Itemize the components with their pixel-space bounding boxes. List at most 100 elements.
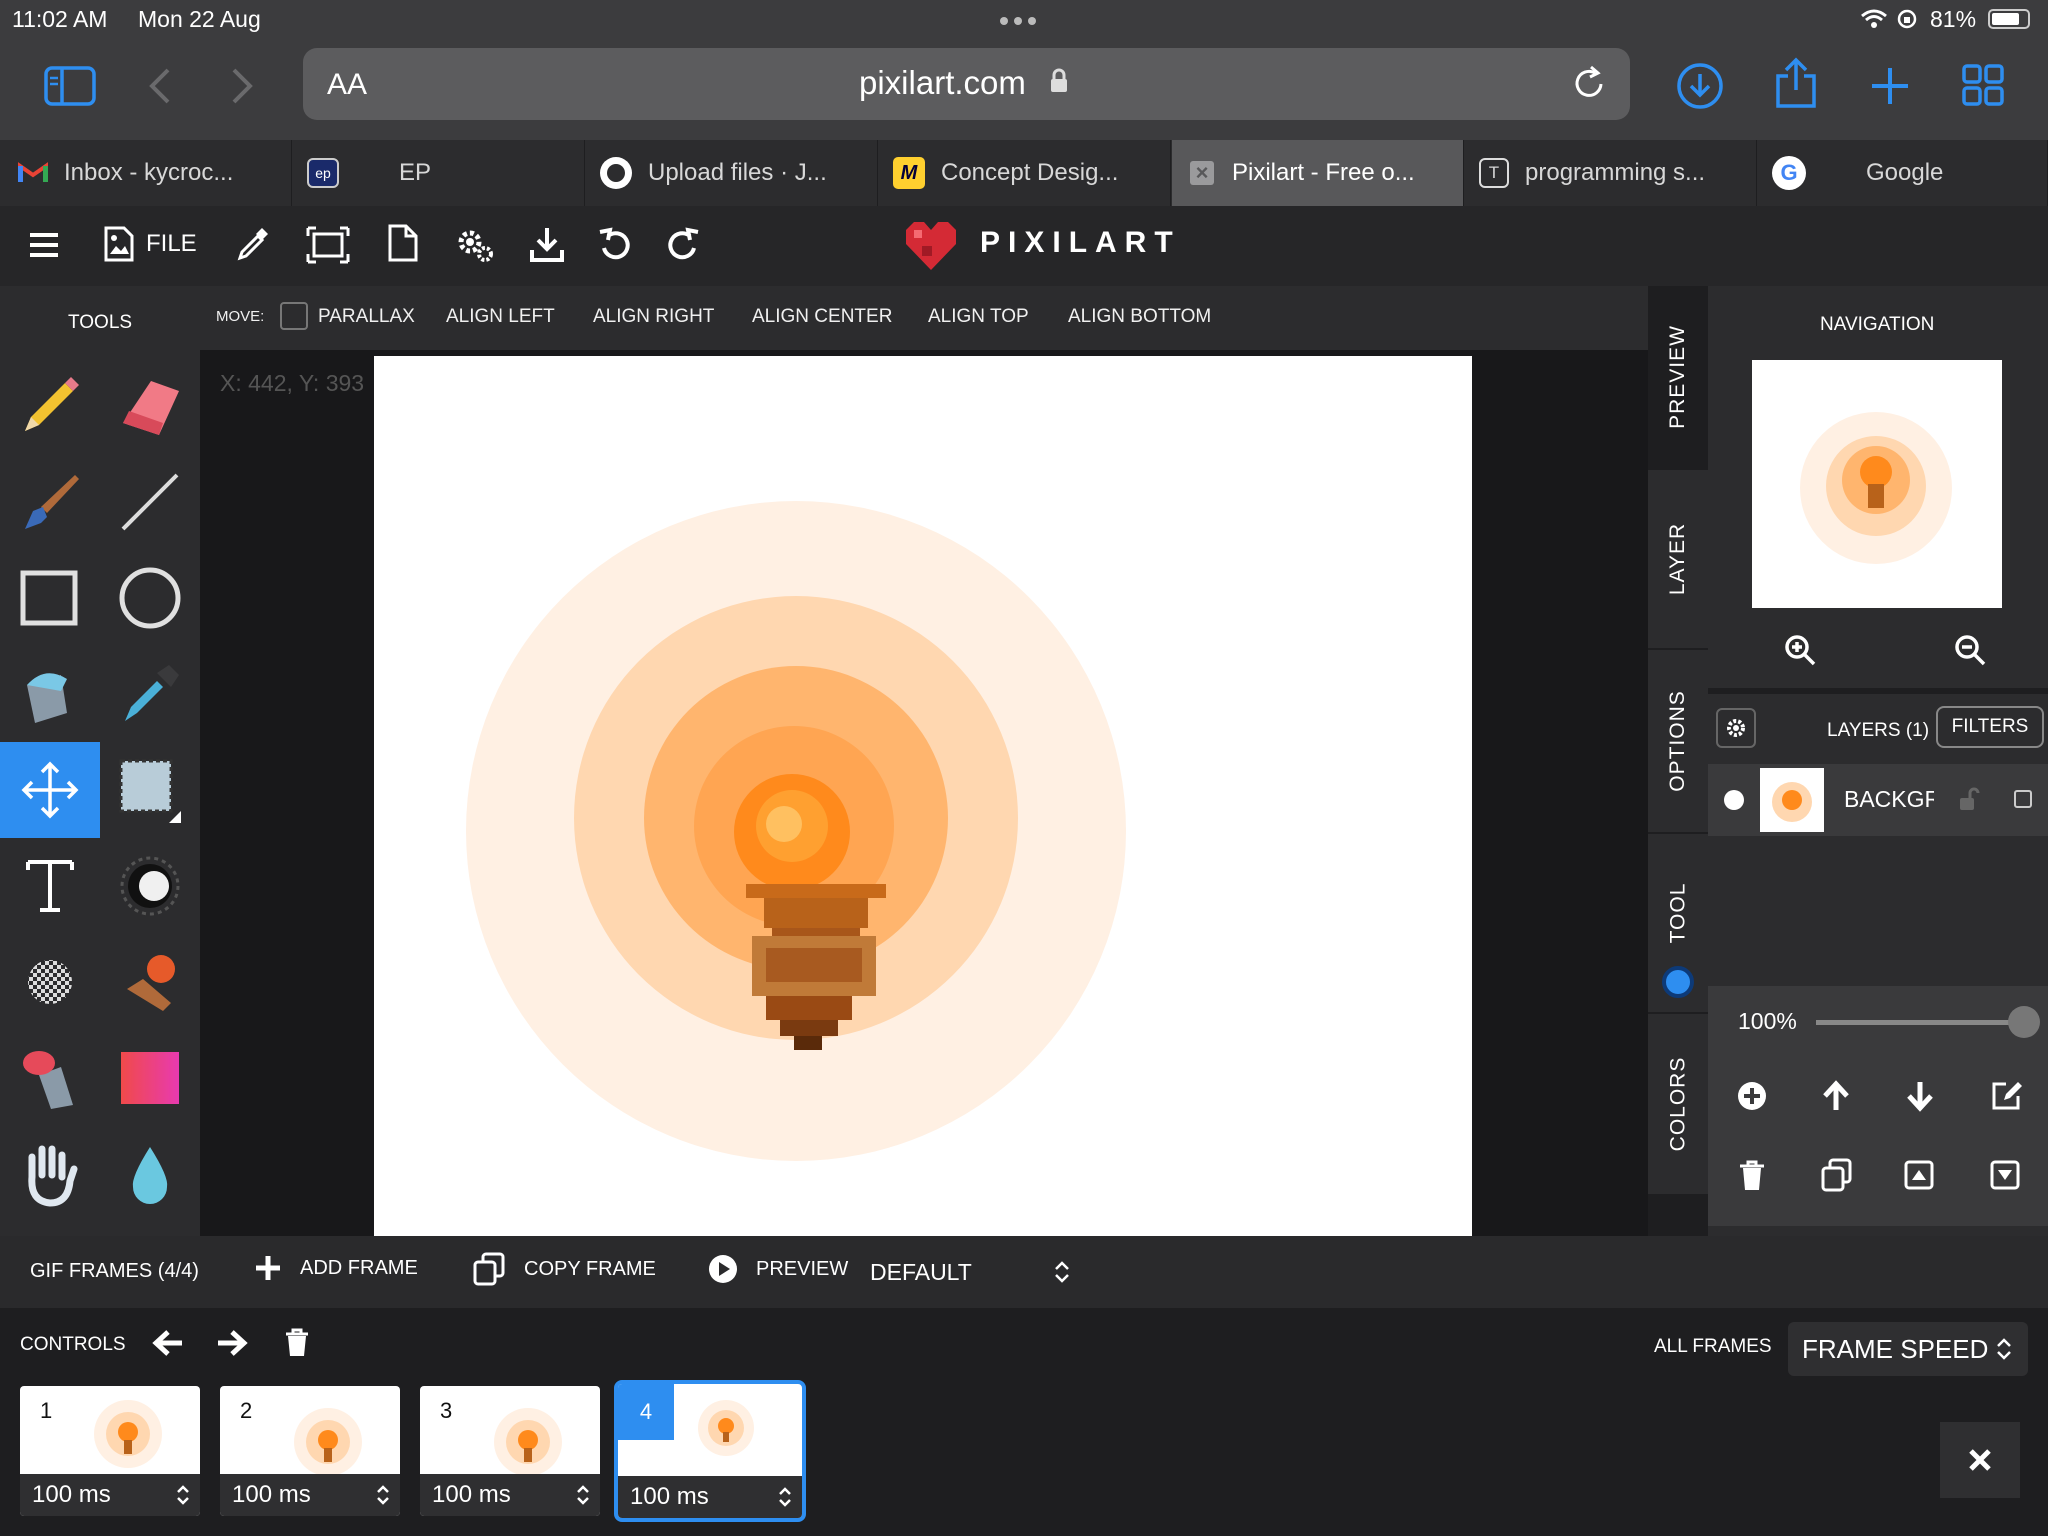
frame-thumbnail[interactable]: 2 100 ms [220,1386,400,1516]
file-button[interactable]: FILE [104,226,197,262]
blur-tool[interactable] [100,1126,200,1222]
align-right-button[interactable]: ALIGN RIGHT [593,306,714,328]
ellipse-tool[interactable] [100,550,200,646]
color-picker-icon[interactable] [236,226,270,262]
share-icon[interactable] [1774,56,1818,110]
brush-tool[interactable] [0,454,100,550]
drawing-canvas[interactable] [374,356,1472,1236]
tab-overview-icon[interactable] [1962,64,2004,106]
tab-layer[interactable]: LAYER [1648,470,1708,650]
tab-preview[interactable]: PREVIEW [1648,286,1708,470]
zoom-out-icon[interactable] [1954,634,1986,666]
brand-name[interactable]: PIXILART [980,226,1181,260]
stamp-tool[interactable] [100,934,200,1030]
tab-tool[interactable]: TOOL [1648,834,1708,1014]
frame-speed-select[interactable]: FRAME SPEED [1788,1322,2028,1376]
delete-frame-icon[interactable] [284,1328,310,1358]
preview-animation-button[interactable]: PREVIEW [708,1254,848,1284]
previous-frame-icon[interactable] [152,1328,184,1358]
frame-duration[interactable]: 100 ms [220,1474,400,1516]
align-left-button[interactable]: ALIGN LEFT [446,306,555,328]
move-tool[interactable] [0,742,100,838]
reader-aa-button[interactable]: AA [327,68,367,102]
hand-tool[interactable] [0,1126,100,1222]
opacity-slider-handle[interactable] [2008,1006,2040,1038]
playback-mode-select[interactable]: DEFAULT [870,1250,1070,1294]
frame-thumbnail[interactable]: 3 100 ms [420,1386,600,1516]
navigation-preview[interactable] [1752,360,2002,608]
add-layer-icon[interactable] [1736,1080,1768,1112]
parallax-checkbox[interactable] [280,302,308,330]
menu-icon[interactable] [28,232,60,258]
copy-frame-button[interactable]: COPY FRAME [472,1252,656,1286]
settings-icon[interactable] [456,226,494,264]
edit-layer-icon[interactable] [1990,1080,2024,1112]
move-layer-up-icon[interactable] [1820,1080,1852,1112]
merge-up-icon[interactable] [1904,1160,1934,1190]
merge-down-icon[interactable] [1990,1160,2020,1190]
tab-google[interactable]: G Google [1758,140,2048,206]
unlock-icon[interactable] [1958,786,1980,812]
move-layer-down-icon[interactable] [1904,1080,1936,1112]
gradient-tool[interactable] [100,1030,200,1126]
frame-duration[interactable]: 100 ms [20,1474,200,1516]
align-top-button[interactable]: ALIGN TOP [928,306,1029,328]
zoom-in-icon[interactable] [1784,634,1816,666]
layer-visibility-dot[interactable] [1724,790,1744,810]
new-tab-icon[interactable] [1870,66,1910,106]
eraser-tool[interactable] [100,358,200,454]
filters-button[interactable]: FILTERS [1936,706,2044,748]
close-icon[interactable]: × [1190,161,1214,185]
rectangle-tool[interactable] [0,550,100,646]
reload-icon[interactable] [1573,64,1607,102]
frame-thumbnail-selected[interactable]: 4 100 ms [614,1380,806,1522]
duplicate-layer-icon[interactable] [1820,1158,1854,1192]
add-frame-button[interactable]: ADD FRAME [254,1254,418,1282]
tab-pixilart[interactable]: × Pixilart - Free o... [1172,140,1464,206]
select-tool[interactable] [100,742,200,838]
layer-settings-button[interactable] [1716,708,1756,748]
pencil-tool[interactable] [0,358,100,454]
line-tool[interactable] [100,454,200,550]
url-text[interactable]: pixilart.com [859,64,1026,102]
tab-programming[interactable]: T programming s... [1465,140,1757,206]
tab-colors[interactable]: COLORS [1648,1014,1708,1196]
frame-duration[interactable]: 100 ms [618,1476,802,1518]
sidebar-toggle-icon[interactable] [44,66,96,106]
tab-options[interactable]: OPTIONS [1648,650,1708,834]
tab-ep[interactable]: ep EP [293,140,585,206]
downloads-icon[interactable] [1676,62,1724,110]
download-icon[interactable] [530,226,564,262]
undo-icon[interactable] [598,226,632,262]
resize-canvas-icon[interactable] [306,226,350,264]
back-icon[interactable] [148,66,172,106]
multitask-dots-icon[interactable] [1000,17,1036,25]
address-bar[interactable]: AA pixilart.com [303,48,1630,120]
layer-select-checkbox[interactable] [2014,790,2032,808]
new-file-icon[interactable] [388,224,418,262]
align-center-button[interactable]: ALIGN CENTER [752,306,892,328]
eyedropper-tool[interactable] [100,646,200,742]
parallax-label[interactable]: PARALLAX [318,306,415,328]
forward-icon[interactable] [230,66,254,106]
next-frame-icon[interactable] [216,1328,248,1358]
pixilart-logo-heart[interactable] [902,220,960,272]
frame-duration[interactable]: 100 ms [420,1474,600,1516]
dither-tool[interactable] [0,934,100,1030]
layer-row[interactable]: BACKGR( [1708,764,2048,836]
spray-tool[interactable] [0,1030,100,1126]
delete-layer-icon[interactable] [1738,1160,1766,1192]
tab-github[interactable]: Upload files · J... [586,140,878,206]
tab-gmail[interactable]: Inbox - kycroc... [0,140,292,206]
gradient-icon [121,1052,179,1104]
align-bottom-button[interactable]: ALIGN BOTTOM [1068,306,1211,328]
opacity-slider-track[interactable] [1816,1020,2024,1025]
text-tool[interactable] [0,838,100,934]
close-frames-button[interactable] [1940,1422,2020,1498]
frame-thumbnail[interactable]: 1 100 ms [20,1386,200,1516]
lighten-tool[interactable] [100,838,200,934]
redo-icon[interactable] [666,226,700,262]
layer-name[interactable]: BACKGR( [1844,786,1934,813]
fill-bucket-tool[interactable] [0,646,100,742]
tab-miro[interactable]: M Concept Desig... [879,140,1171,206]
